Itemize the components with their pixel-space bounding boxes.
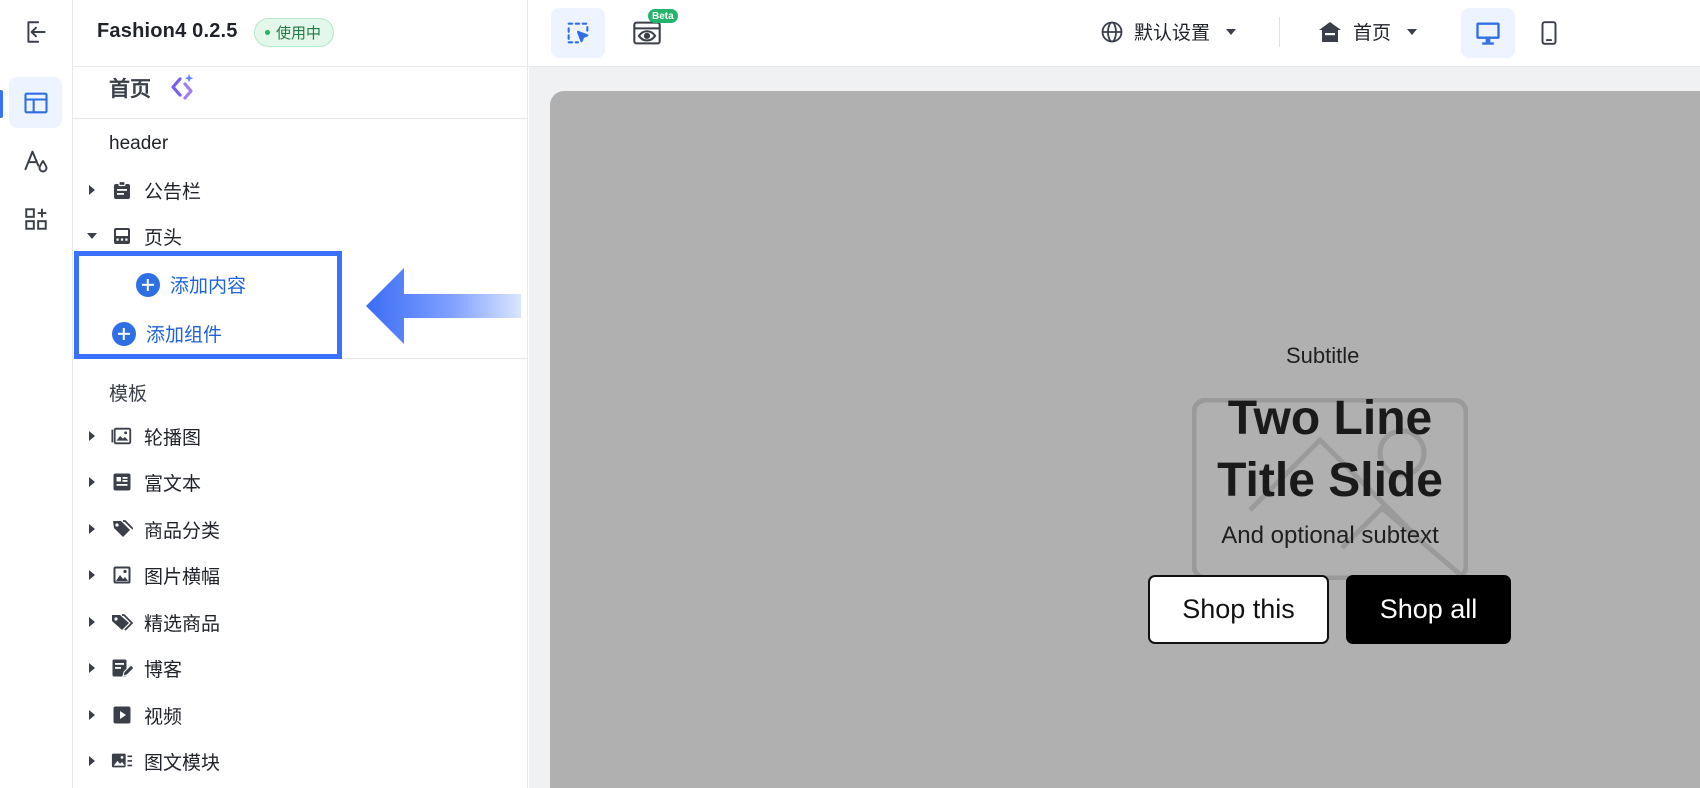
carousel-icon [111,425,133,447]
select-tool-button[interactable] [551,8,605,58]
tree-item-label: 富文本 [144,473,202,495]
rich-text-icon [111,471,133,493]
status-badge-label: 使用中 [276,25,322,42]
page-header-icon [111,225,133,247]
section-label-header: header [109,133,169,154]
caret-right-icon[interactable] [86,476,98,488]
left-rail [0,0,73,788]
mobile-view-button[interactable] [1522,8,1576,58]
page-title-row: 首页 [73,67,528,119]
preview-eye-icon [633,21,661,45]
shop-all-button[interactable]: Shop all [1346,575,1511,644]
panel-header: Fashion4 0.2.5 使用中 [73,0,528,67]
status-badge: 使用中 [254,18,335,47]
sections-panel: Fashion4 0.2.5 使用中 首页 header 公告栏 页头 添加内容… [73,0,528,788]
desktop-view-button[interactable] [1461,8,1515,58]
caret-right-icon[interactable] [86,662,98,674]
tree-item-announcement-bar[interactable]: 公告栏 [73,170,528,210]
tree-item-label: 精选商品 [144,613,221,635]
tree-item-label: 页头 [144,227,183,249]
rail-active-indicator [0,90,3,118]
preview-canvas[interactable] [550,91,1700,788]
ai-sparkle-icon[interactable] [164,71,200,107]
tree-item-label: 商品分类 [144,520,221,542]
layout-icon [23,92,48,113]
status-dot-icon [265,30,270,35]
caret-right-icon[interactable] [86,755,98,767]
chevron-down-icon [1226,28,1237,35]
tree-item-label: 图片横幅 [144,566,221,588]
tree-item-label: 公告栏 [144,181,202,203]
toolbar-divider [1279,17,1280,47]
tree-item-image-text[interactable]: 图文模块 [73,741,528,781]
tree-item-page-header[interactable]: 页头 [73,216,528,256]
theme-editor: Fashion4 0.2.5 使用中 首页 header 公告栏 页头 添加内容… [0,0,1700,788]
video-icon [111,704,133,726]
desktop-icon [1476,22,1500,45]
hero-title: Two Line Title Slide [1217,392,1443,507]
hero-subtitle: Subtitle [1286,343,1360,368]
featured-products-icon [111,611,133,633]
announcement-icon [111,179,133,201]
app-name: Fashion4 0.2.5 [97,20,238,42]
section-label-template: 模板 [109,384,148,405]
tree-item-label: 图文模块 [144,752,221,774]
caret-right-icon[interactable] [86,523,98,535]
hero-subtext: And optional subtext [1221,522,1439,549]
language-dropdown[interactable]: 默认设置 [1100,18,1237,45]
home-icon [1319,21,1341,42]
caret-right-icon[interactable] [86,184,98,196]
caret-down-icon[interactable] [86,230,98,242]
apps-icon [24,207,47,230]
page-select-label: 首页 [1353,23,1392,44]
caret-right-icon[interactable] [86,569,98,581]
annotation-highlight-box [74,251,342,359]
caret-right-icon[interactable] [86,430,98,442]
annotation-arrow-icon [366,268,521,344]
chevron-down-icon [1407,28,1418,35]
layout-button[interactable] [9,77,62,128]
exit-icon [26,20,46,43]
apps-button[interactable] [9,193,62,244]
tree-item-product-category[interactable]: 商品分类 [73,509,528,549]
globe-icon [1101,21,1123,42]
page-title: 首页 [109,78,151,101]
tree-item-rich-text[interactable]: 富文本 [73,462,528,502]
tree-item-blog[interactable]: 博客 [73,648,528,688]
caret-right-icon[interactable] [86,709,98,721]
exit-button[interactable] [9,6,62,57]
image-text-icon [111,750,133,772]
shop-this-button[interactable]: Shop this [1148,575,1329,644]
page-select-dropdown[interactable]: 首页 [1317,18,1418,45]
theme-style-icon [24,150,47,172]
tree-item-label: 博客 [144,659,183,681]
mobile-icon [1541,21,1557,45]
caret-right-icon[interactable] [86,616,98,628]
theme-style-button[interactable] [9,135,62,186]
tree-item-video[interactable]: 视频 [73,695,528,735]
beta-badge: Beta [648,9,678,23]
tree-item-label: 轮播图 [144,427,202,449]
select-cursor-icon [567,22,589,44]
language-dropdown-label: 默认设置 [1134,23,1211,44]
tree-item-carousel[interactable]: 轮播图 [73,416,528,456]
image-banner-icon [111,564,133,586]
tree-item-label: 视频 [144,706,183,728]
tree-item-image-banner[interactable]: 图片横幅 [73,555,528,595]
product-category-icon [111,518,133,540]
blog-icon [111,657,133,679]
tree-item-featured-products[interactable]: 精选商品 [73,602,528,642]
